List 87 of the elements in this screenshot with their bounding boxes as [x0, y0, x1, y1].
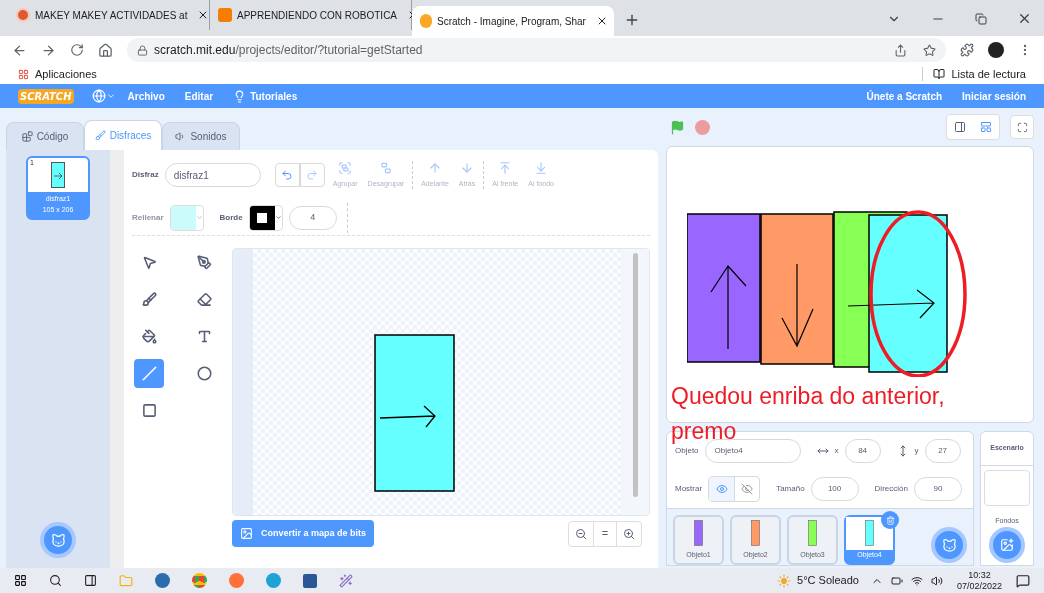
weather-text: 5°C Soleado	[797, 573, 859, 589]
large-stage-icon	[980, 121, 992, 133]
eye-icon	[715, 483, 728, 495]
scrollbar-thumb[interactable]	[632, 253, 638, 497]
language-globe-icon[interactable]	[91, 89, 106, 103]
battery-icon	[890, 574, 903, 587]
hidden-eye-icon	[741, 483, 754, 495]
clock-date: 07/02/2022	[956, 580, 1002, 592]
delete-sprite-button[interactable]	[881, 511, 899, 529]
reading-list-icon	[933, 68, 946, 80]
paint-icon[interactable]	[339, 573, 353, 588]
add-sprite-button[interactable]	[931, 527, 967, 563]
browser-tab[interactable]: Scratch - Imagine, Program, Shar	[412, 6, 614, 36]
size-label: Tamaño	[776, 483, 805, 495]
backward-icon	[460, 160, 474, 175]
search-icon[interactable]	[49, 574, 62, 587]
border-swatch-square	[257, 212, 268, 223]
add-backdrop-button[interactable]	[989, 526, 1025, 563]
home-icon[interactable]	[98, 42, 113, 58]
restore-icon[interactable]	[975, 12, 987, 25]
x-label: x	[834, 445, 839, 457]
volume-icon	[930, 574, 943, 587]
caret-icon	[274, 214, 282, 221]
direction-label: Dirección	[874, 483, 908, 495]
sprite-label: Objeto	[675, 445, 699, 457]
fill-color-picker[interactable]	[169, 204, 204, 231]
url-host: scratch.mit.edu	[154, 42, 236, 59]
group-icon	[338, 160, 353, 175]
tab-title: APPRENDIENDO CON ROBOTICA	[237, 8, 398, 23]
backdrop-thumbnail[interactable]	[984, 470, 1030, 506]
tab-title: MAKEY MAKEY ACTIVIDADES at	[35, 8, 188, 23]
document-icon[interactable]	[303, 573, 317, 588]
y-label: y	[914, 445, 919, 457]
zoom-in-icon	[623, 527, 635, 540]
caret-icon	[195, 214, 203, 221]
back-icon	[534, 160, 549, 175]
url-path: /projects/editor/?tutorial=getStarted	[235, 42, 423, 59]
editor-tab[interactable]: Código	[6, 122, 84, 150]
browser-tab[interactable]: MAKEY MAKEY ACTIVIDADES at	[8, 0, 210, 30]
blocks-icon	[21, 131, 33, 142]
editor-tab[interactable]: Sonidos	[162, 122, 240, 150]
profile-avatar-icon[interactable]	[988, 42, 1004, 58]
blogger-favicon-icon	[218, 8, 232, 22]
brush-icon	[94, 130, 106, 141]
tab-title: Scratch - Imagine, Program, Shar	[437, 14, 586, 29]
reload-icon[interactable]	[70, 43, 84, 57]
forward-icon	[428, 160, 442, 175]
undo-icon	[281, 169, 294, 181]
small-stage-icon	[954, 121, 966, 133]
sun-icon	[777, 573, 792, 588]
lock-icon	[137, 44, 148, 56]
bookmark-star-icon[interactable]	[923, 43, 936, 57]
costume-label: Disfraz	[132, 169, 159, 181]
border-color-picker[interactable]	[248, 204, 283, 231]
apps-icon	[18, 68, 29, 80]
notifications-icon[interactable]	[1016, 573, 1030, 588]
fullscreen-button[interactable]	[1010, 115, 1034, 139]
wifi-icon	[910, 574, 923, 587]
back-icon[interactable]	[12, 42, 27, 58]
start-icon[interactable]	[14, 574, 27, 587]
sprite-thumbnail	[51, 162, 65, 188]
border-label: Borde	[219, 211, 243, 224]
duck-favicon-icon	[16, 8, 30, 22]
redo-icon	[306, 169, 319, 181]
image-icon	[240, 527, 253, 540]
new-tab-icon[interactable]	[624, 12, 640, 28]
task-view-icon[interactable]	[84, 574, 97, 587]
ungroup-icon	[378, 160, 393, 175]
trash-icon	[885, 515, 895, 525]
zoom-out-icon	[575, 527, 587, 540]
address-field[interactable]: scratch.mit.edu/projects/editor/?tutorial=getStarted	[127, 38, 946, 62]
share-icon[interactable]	[894, 43, 907, 57]
cat-favicon-icon	[420, 14, 432, 28]
fullscreen-icon	[1016, 121, 1028, 133]
clock-time: 10:32	[968, 569, 991, 581]
extensions-icon[interactable]	[960, 43, 974, 57]
cat-icon	[50, 532, 66, 548]
forward-icon[interactable]	[41, 42, 56, 58]
reading-list-link[interactable]: Lista de lectura	[951, 65, 1026, 83]
fill-label: Rellenar	[132, 211, 164, 224]
caret-icon	[105, 91, 116, 101]
close-icon[interactable]	[1017, 11, 1032, 26]
front-icon	[498, 160, 513, 175]
cat-icon	[941, 537, 957, 553]
show-label: Mostrar	[675, 483, 703, 495]
bookmark-link[interactable]: Aplicaciones	[35, 65, 97, 83]
image-plus-icon	[1000, 537, 1014, 552]
